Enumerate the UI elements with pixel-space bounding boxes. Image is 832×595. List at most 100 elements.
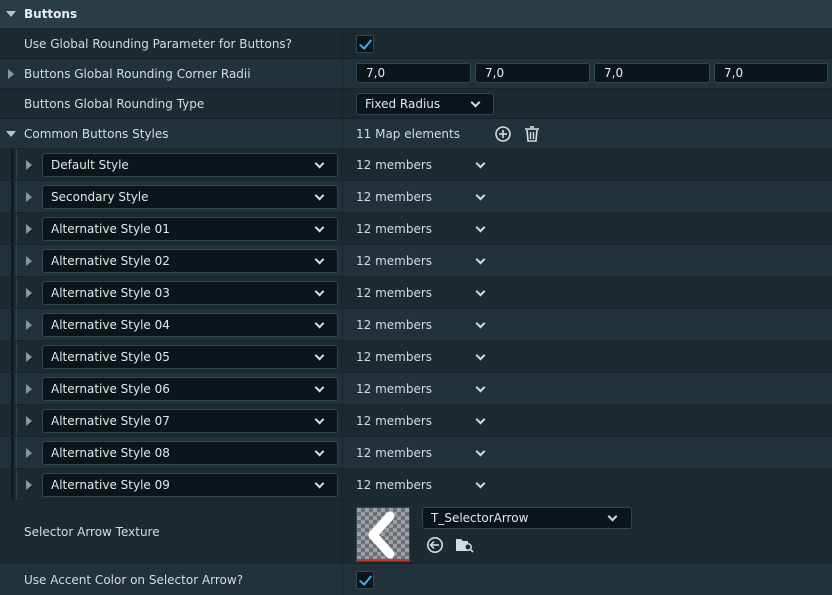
column-divider[interactable] bbox=[342, 119, 343, 148]
section-title: Buttons bbox=[24, 7, 78, 21]
column-divider[interactable] bbox=[342, 89, 343, 118]
expand-triangle-icon[interactable] bbox=[8, 69, 14, 79]
chevron-down-icon bbox=[314, 222, 325, 233]
map-element-row: Default Style 12 members bbox=[0, 149, 832, 181]
style-key-dropdown[interactable]: Default Style bbox=[42, 153, 338, 177]
expand-triangle-icon[interactable] bbox=[26, 320, 32, 330]
collapse-triangle-icon[interactable] bbox=[6, 11, 16, 17]
style-key-label: Secondary Style bbox=[51, 190, 149, 204]
indent-line bbox=[16, 181, 17, 212]
property-label: Buttons Global Rounding Corner Radii bbox=[24, 66, 251, 81]
property-label: Common Buttons Styles bbox=[24, 126, 169, 141]
column-divider[interactable] bbox=[342, 373, 343, 404]
corner-radius-top-left-field[interactable]: 7,0 bbox=[356, 63, 471, 83]
expand-triangle-icon[interactable] bbox=[26, 352, 32, 362]
indent-line bbox=[16, 309, 17, 340]
indent-bar bbox=[11, 405, 14, 436]
property-label: Selector Arrow Texture bbox=[24, 525, 160, 539]
indent-line bbox=[16, 469, 17, 500]
map-element-row: Alternative Style 09 12 members bbox=[0, 469, 832, 501]
property-label: Use Global Rounding Parameter for Button… bbox=[24, 36, 293, 51]
map-element-row: Alternative Style 05 12 members bbox=[0, 341, 832, 373]
dropdown-selected-value: Fixed Radius bbox=[365, 97, 441, 111]
map-element-row: Secondary Style 12 members bbox=[0, 181, 832, 213]
selector-arrow-preview-icon bbox=[368, 511, 395, 559]
section-header-buttons[interactable]: Buttons bbox=[0, 0, 832, 29]
rounding-type-dropdown[interactable]: Fixed Radius bbox=[356, 93, 494, 115]
style-key-dropdown[interactable]: Alternative Style 05 bbox=[42, 345, 338, 369]
chevron-down-icon bbox=[470, 97, 481, 108]
expand-triangle-icon[interactable] bbox=[26, 416, 32, 426]
style-key-dropdown[interactable]: Alternative Style 01 bbox=[42, 217, 338, 241]
column-divider[interactable] bbox=[342, 277, 343, 308]
column-divider[interactable] bbox=[342, 405, 343, 436]
map-element-row: Alternative Style 02 12 members bbox=[0, 245, 832, 277]
collapse-triangle-icon[interactable] bbox=[6, 131, 16, 137]
style-key-label: Alternative Style 02 bbox=[51, 254, 170, 268]
chevron-down-icon bbox=[314, 382, 325, 393]
use-selected-asset-icon[interactable] bbox=[426, 536, 444, 554]
indent-bar bbox=[11, 245, 14, 276]
corner-radius-top-right-field[interactable]: 7,0 bbox=[475, 63, 590, 83]
expand-triangle-icon[interactable] bbox=[26, 224, 32, 234]
texture-thumbnail[interactable] bbox=[356, 507, 410, 562]
indent-line bbox=[16, 149, 17, 180]
column-divider[interactable] bbox=[342, 29, 343, 58]
chevron-down-icon bbox=[607, 511, 618, 522]
expand-triangle-icon[interactable] bbox=[26, 384, 32, 394]
expand-triangle-icon[interactable] bbox=[26, 256, 32, 266]
corner-radius-bottom-left-field[interactable]: 7,0 bbox=[714, 63, 828, 83]
texture-asset-picker[interactable]: T_SelectorArrow bbox=[422, 507, 632, 529]
property-row-use-accent-color: Use Accent Color on Selector Arrow? bbox=[0, 564, 832, 595]
members-count: 12 members bbox=[356, 381, 433, 396]
property-row-selector-arrow: Selector Arrow Texture T_SelectorArrow bbox=[0, 501, 832, 564]
indent-bar bbox=[11, 341, 14, 372]
property-row-use-global-rounding: Use Global Rounding Parameter for Button… bbox=[0, 29, 832, 59]
style-key-dropdown[interactable]: Alternative Style 09 bbox=[42, 473, 338, 497]
column-divider[interactable] bbox=[342, 59, 343, 88]
style-key-dropdown[interactable]: Alternative Style 03 bbox=[42, 281, 338, 305]
column-divider[interactable] bbox=[342, 149, 343, 180]
map-element-row: Alternative Style 07 12 members bbox=[0, 405, 832, 437]
chevron-down-icon bbox=[314, 286, 325, 297]
expand-triangle-icon[interactable] bbox=[26, 160, 32, 170]
style-key-dropdown[interactable]: Secondary Style bbox=[42, 185, 338, 209]
property-label: Use Accent Color on Selector Arrow? bbox=[24, 572, 244, 587]
style-key-dropdown[interactable]: Alternative Style 06 bbox=[42, 377, 338, 401]
map-elements-count: 11 Map elements bbox=[356, 126, 460, 141]
column-divider[interactable] bbox=[342, 309, 343, 340]
column-divider[interactable] bbox=[342, 341, 343, 372]
style-key-dropdown[interactable]: Alternative Style 08 bbox=[42, 441, 338, 465]
members-count: 12 members bbox=[356, 221, 433, 236]
column-divider[interactable] bbox=[342, 181, 343, 212]
expand-triangle-icon[interactable] bbox=[26, 448, 32, 458]
expand-triangle-icon[interactable] bbox=[26, 288, 32, 298]
indent-line bbox=[16, 245, 17, 276]
use-global-rounding-checkbox[interactable] bbox=[356, 34, 374, 53]
expand-triangle-icon[interactable] bbox=[26, 480, 32, 490]
use-accent-color-checkbox[interactable] bbox=[356, 570, 374, 589]
map-element-row: Alternative Style 06 12 members bbox=[0, 373, 832, 405]
style-key-dropdown[interactable]: Alternative Style 02 bbox=[42, 249, 338, 273]
corner-radius-bottom-right-field[interactable]: 7,0 bbox=[594, 63, 710, 83]
members-count: 12 members bbox=[356, 285, 433, 300]
column-divider[interactable] bbox=[342, 469, 343, 500]
members-count: 12 members bbox=[356, 477, 433, 492]
column-divider[interactable] bbox=[342, 437, 343, 468]
members-count: 12 members bbox=[356, 189, 433, 204]
style-key-dropdown[interactable]: Alternative Style 04 bbox=[42, 313, 338, 337]
style-key-label: Alternative Style 09 bbox=[51, 478, 170, 492]
column-divider[interactable] bbox=[342, 564, 343, 595]
column-divider[interactable] bbox=[342, 501, 343, 563]
delete-all-trash-icon[interactable] bbox=[523, 125, 541, 143]
expand-triangle-icon[interactable] bbox=[26, 192, 32, 202]
browse-to-asset-icon[interactable] bbox=[455, 536, 475, 554]
style-key-label: Alternative Style 03 bbox=[51, 286, 170, 300]
map-element-row: Alternative Style 08 12 members bbox=[0, 437, 832, 469]
chevron-down-icon bbox=[314, 158, 325, 169]
column-divider[interactable] bbox=[342, 213, 343, 244]
style-key-dropdown[interactable]: Alternative Style 07 bbox=[42, 409, 338, 433]
add-element-icon[interactable] bbox=[494, 125, 512, 143]
chevron-down-icon bbox=[314, 414, 325, 425]
column-divider[interactable] bbox=[342, 245, 343, 276]
